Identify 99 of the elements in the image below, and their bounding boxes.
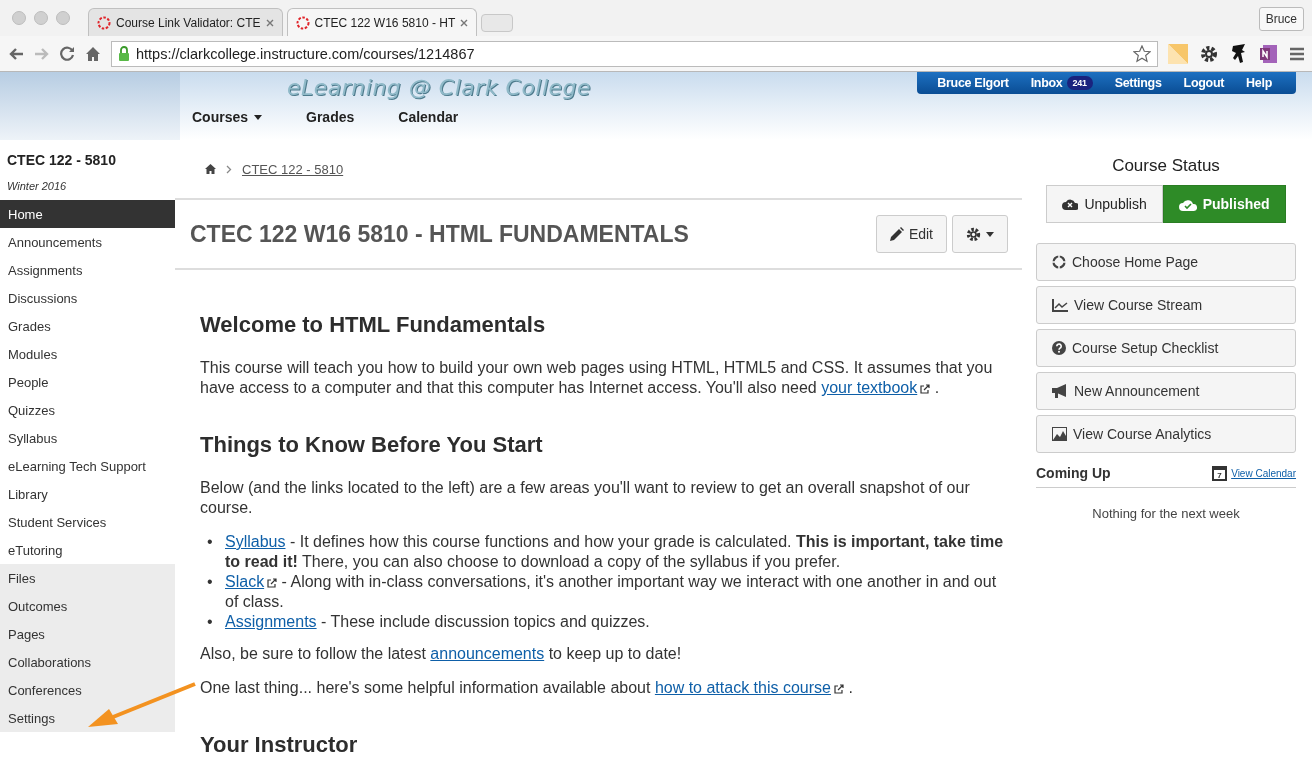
sidebar-item[interactable]: Syllabus	[0, 424, 175, 452]
sidebar-item[interactable]: Outcomes	[0, 592, 175, 620]
course-name: CTEC 122 - 5810	[6, 151, 117, 168]
status-toggle[interactable]: Published	[1162, 185, 1286, 223]
sidebar-item[interactable]: Settings	[0, 704, 175, 732]
crosshair-circle-icon	[1052, 255, 1066, 269]
address-bar[interactable]: https://clarkcollege.instructure.com/courses/1214867	[111, 40, 1158, 67]
home-icon[interactable]	[85, 46, 101, 61]
view-calendar-link[interactable]: View Calendar	[1231, 467, 1296, 479]
edit-button[interactable]: Edit	[875, 215, 947, 253]
empty-message: Nothing for the next week	[1091, 506, 1241, 521]
sidebar-action-button[interactable]: View Course Stream	[1036, 286, 1296, 324]
sidebar-item[interactable]: eTutoring	[0, 536, 175, 564]
external-link-icon	[267, 577, 278, 588]
sidebar-item[interactable]: Discussions	[0, 284, 175, 312]
sidebar-item[interactable]: Assignments	[0, 256, 175, 284]
browser-tab[interactable]: CTEC 122 W16 5810 - HT	[286, 8, 478, 36]
paragraph: This course will teach you how to build your own web pages using HTML, HTML5 and CSS. It assumes that you have access to a computer and that this computer has Internet access. You'll also need your textbook .	[200, 358, 994, 398]
settings-menu-button[interactable]	[952, 215, 1008, 253]
sidebar-item[interactable]: Home	[0, 200, 175, 228]
caret-icon	[254, 114, 263, 120]
section-title: Course Status	[1111, 156, 1221, 176]
status-toggle[interactable]: Unpublish	[1046, 185, 1163, 223]
pencil-icon	[889, 227, 904, 241]
external-link-icon	[833, 683, 844, 694]
text-link[interactable]: Syllabus	[225, 533, 286, 550]
chevron-icon	[226, 164, 232, 174]
user-menu-link[interactable]: Settings	[1114, 76, 1162, 90]
page-title: CTEC 122 W16 5810 - HTML FUNDAMENTALS	[190, 220, 690, 248]
sidebar-action-button[interactable]: View Course Analytics	[1036, 415, 1296, 453]
caret-icon	[986, 231, 994, 237]
sidebar-item[interactable]: Modules	[0, 340, 175, 368]
sidebar-action-button[interactable]: New Announcement	[1036, 372, 1296, 410]
bullet: •	[207, 532, 214, 552]
text-link[interactable]: Assignments	[225, 613, 317, 630]
section-heading: Welcome to HTML Fundamentals	[200, 312, 547, 338]
paragraph: One last thing... here's some helpful information available about how to attack this course .	[200, 678, 854, 698]
favicon-icon	[295, 15, 310, 30]
sidebar-item[interactable]: People	[0, 368, 175, 396]
user-menu-link[interactable]: Logout	[1183, 76, 1225, 90]
breadcrumb-link[interactable]: CTEC 122 - 5810	[242, 161, 344, 177]
calendar-icon: 7	[1212, 465, 1228, 481]
section-heading: Your Instructor	[200, 732, 359, 758]
sidebar-action-button[interactable]: Course Setup Checklist	[1036, 329, 1296, 367]
text-link[interactable]: your textbook	[821, 379, 931, 396]
external-link-icon	[920, 383, 931, 394]
gear-icon	[966, 226, 981, 242]
nav-link[interactable]: Grades	[306, 109, 355, 125]
list-item: Assignments - These include discussion topics and quizzes.	[225, 612, 650, 632]
sidebar-item[interactable]: Announcements	[0, 228, 175, 256]
help-icon	[1052, 341, 1066, 355]
home-icon[interactable]	[205, 164, 216, 174]
sidebar-item[interactable]: Pages	[0, 620, 175, 648]
paragraph: Below (and the links located to the left) are a few areas you'll want to review to get an overall snapshot of our course.	[200, 478, 971, 518]
gear-icon[interactable]	[1200, 44, 1218, 63]
picture-chart-icon	[1052, 427, 1067, 441]
user-menu-link[interactable]: Help	[1246, 76, 1272, 90]
star-icon[interactable]	[1133, 44, 1151, 63]
sidebar-item[interactable]: Files	[0, 564, 175, 592]
sidebar-item[interactable]: Quizzes	[0, 396, 175, 424]
nav-link[interactable]: Calendar	[398, 109, 459, 125]
line-chart-icon	[1052, 298, 1068, 312]
cloud-x-icon	[1062, 198, 1079, 210]
favicon-icon	[97, 15, 111, 30]
back-icon[interactable]	[8, 46, 24, 61]
ninja-icon[interactable]	[1230, 43, 1248, 64]
site-title: eLearning @ Clark College	[287, 75, 592, 100]
profile-button[interactable]: Bruce	[1258, 7, 1304, 31]
list-item: Slack - Along with in-class conversations, it's another important way we interact with one another in and out of class.	[225, 572, 998, 612]
bullet: •	[207, 612, 214, 632]
close-icon[interactable]	[460, 18, 469, 27]
list-item: Syllabus - It defines how this course functions and how your grade is calculated. This is important, take time to read it! There, you can also choose to download a copy of the syllabus if you prefer.	[225, 532, 1005, 572]
course-term: Winter 2016	[6, 179, 68, 194]
text-link[interactable]: announcements	[430, 645, 545, 662]
sidebar-item[interactable]: Library	[0, 480, 175, 508]
section-heading: Things to Know Before You Start	[200, 432, 544, 458]
menu-icon[interactable]	[1290, 46, 1304, 61]
close-icon[interactable]	[265, 18, 274, 27]
section-title: Coming Up	[1036, 465, 1111, 481]
user-menu-link[interactable]: Bruce Elgort	[937, 76, 1009, 90]
cloud-check-icon	[1178, 197, 1197, 211]
reload-icon[interactable]	[60, 46, 75, 61]
sidebar-item[interactable]: Student Services	[0, 508, 175, 536]
bullet: •	[207, 572, 214, 592]
browser-tab[interactable]: Course Link Validator: CTE	[88, 8, 283, 36]
nav-link[interactable]: Courses	[192, 109, 263, 125]
notebook-icon[interactable]	[1260, 43, 1278, 64]
inbox-link[interactable]: Inbox 241	[1030, 76, 1093, 90]
sidebar-item[interactable]: Collaborations	[0, 648, 175, 676]
sidebar-action-button[interactable]: Choose Home Page	[1036, 243, 1296, 281]
unread-count: 241	[1066, 76, 1093, 90]
paragraph: Also, be sure to follow the latest announcements to keep up to date!	[200, 644, 683, 664]
sidebar-item[interactable]: Conferences	[0, 676, 175, 704]
lock-icon	[118, 46, 130, 61]
sidebar-item[interactable]: Grades	[0, 312, 175, 340]
megaphone-icon	[1052, 384, 1068, 398]
text-link[interactable]: Slack	[225, 573, 278, 590]
sidebar-item[interactable]: eLearning Tech Support	[0, 452, 175, 480]
text-link[interactable]: how to attack this course	[654, 679, 844, 696]
